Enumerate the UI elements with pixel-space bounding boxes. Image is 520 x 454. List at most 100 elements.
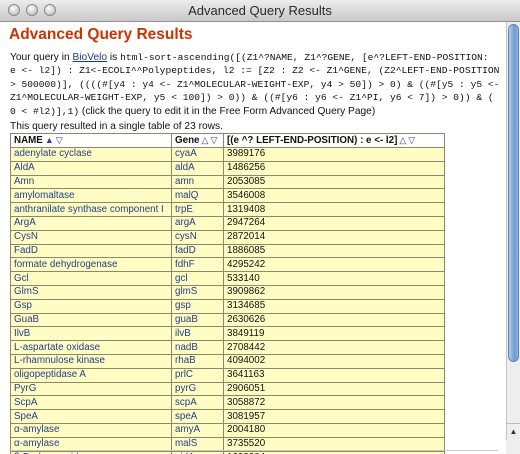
divider <box>10 450 498 451</box>
gene-cell[interactable]: guaB <box>171 312 224 328</box>
table-row: L-aspartate oxidase nadB 2708442 <box>10 340 445 355</box>
vertical-scrollbar[interactable]: ▲ ▼ <box>506 22 520 454</box>
position-cell: 2906051 <box>223 381 445 397</box>
gene-cell[interactable]: fadD <box>171 243 224 259</box>
name-cell[interactable]: FadD <box>10 243 172 259</box>
position-cell: 2004180 <box>223 422 445 438</box>
table-row: anthranilate synthase component ItrpE 131… <box>10 202 445 217</box>
gene-cell[interactable]: argA <box>171 215 224 231</box>
name-cell[interactable]: oligopeptidase A <box>10 367 172 383</box>
name-cell[interactable]: PyrG <box>10 381 172 397</box>
table-row: ScpA scpA 3058872 <box>10 395 445 411</box>
name-cell[interactable]: formate dehydrogenase <box>10 257 172 273</box>
position-cell: 3849119 <box>223 326 445 342</box>
name-cell[interactable]: Gcl <box>10 271 172 286</box>
gene-cell[interactable]: aldA <box>171 160 224 176</box>
column-header-name[interactable]: NAME ▲ ▽ <box>10 133 172 148</box>
gene-cell[interactable]: scpA <box>171 395 224 411</box>
gene-cell[interactable]: trpE <box>171 202 224 217</box>
gene-cell[interactable]: cyaA <box>171 147 224 162</box>
name-cell[interactable]: α-amylase <box>10 436 172 452</box>
browser-window: Advanced Query Results Advanced Query Re… <box>0 0 520 454</box>
name-cell[interactable]: adenylate cyclase <box>10 147 172 162</box>
table-row: Gcl gcl 533140 <box>10 271 445 286</box>
name-cell[interactable]: L-aspartate oxidase <box>10 340 172 355</box>
table-body: adenylate cyclase cyaA 3989176 AldA aldA 1486… <box>10 147 445 454</box>
sort-descending-icon[interactable]: ▽ <box>56 135 63 145</box>
scrollbar-thumb[interactable] <box>508 24 519 362</box>
name-cell[interactable]: ScpA <box>10 395 172 411</box>
gene-cell[interactable]: gcl <box>171 271 224 286</box>
name-cell[interactable]: L-rhamnulose kinase <box>10 353 172 369</box>
column-header-gene[interactable]: Gene △ ▽ <box>171 133 224 148</box>
position-cell: 3546008 <box>223 188 445 204</box>
name-cell[interactable]: Amn <box>10 174 172 190</box>
position-cell: 4295242 <box>223 257 445 273</box>
table-row: Amn amn 2053085 <box>10 174 445 190</box>
table-row: GuaB guaB 2630626 <box>10 312 445 328</box>
gene-cell[interactable]: rhaB <box>171 353 224 369</box>
result-summary: This query resulted in a single table of… <box>10 121 223 132</box>
name-cell[interactable]: GuaB <box>10 312 172 328</box>
table-row: Gsp gsp 3134685 <box>10 298 445 314</box>
name-cell[interactable]: ArgA <box>10 215 172 231</box>
gene-cell[interactable]: speA <box>171 409 224 424</box>
name-cell[interactable]: α-amylase <box>10 422 172 438</box>
biovelo-link[interactable]: BioVelo <box>73 52 108 63</box>
gene-cell[interactable]: gsp <box>171 298 224 314</box>
table-row: formate dehydrogenase fdhF 4295242 <box>10 257 445 273</box>
table-row: GlmS glmS 3909862 <box>10 284 445 300</box>
title-bar[interactable]: Advanced Query Results <box>0 0 520 22</box>
query-is-text: is <box>107 52 121 63</box>
position-cell: 3058872 <box>223 395 445 411</box>
name-cell[interactable]: GlmS <box>10 284 172 300</box>
name-cell[interactable]: amylomaltase <box>10 188 172 204</box>
sort-descending-icon[interactable]: ▽ <box>408 135 415 145</box>
table-row: adenylate cyclase cyaA 3989176 <box>10 147 445 162</box>
gene-cell[interactable]: amn <box>171 174 224 190</box>
table-row: IlvB ilvB 3849119 <box>10 326 445 342</box>
position-cell: 3909862 <box>223 284 445 300</box>
position-cell: 3134685 <box>223 298 445 314</box>
table-row: FadD fadD 1886085 <box>10 243 445 259</box>
table-row: oligopeptidase AprlC 3641163 <box>10 367 445 383</box>
sort-ascending-icon[interactable]: △ <box>202 135 209 145</box>
column-header-position[interactable]: [(e ^? LEFT-END-POSITION) : e <- l2] △ ▽ <box>223 133 445 148</box>
query-edit-hint: (click the query to edit it in the Free … <box>79 105 376 117</box>
position-cell: 2947264 <box>223 215 445 231</box>
position-cell: 2053085 <box>223 174 445 190</box>
table-row: CysN cysN 2872014 <box>10 229 445 245</box>
resize-handle[interactable] <box>506 440 520 454</box>
window-title: Advanced Query Results <box>188 3 332 18</box>
name-cell[interactable]: Gsp <box>10 298 172 314</box>
results-table: NAME ▲ ▽ Gene △ ▽ [(e ^? LEFT-END-POSITION) … <box>10 133 445 454</box>
name-cell[interactable]: SpeA <box>10 409 172 424</box>
table-row: α-amylase malS 3735520 <box>10 436 445 452</box>
sort-descending-icon[interactable]: ▽ <box>210 135 217 145</box>
position-cell: 3989176 <box>223 147 445 162</box>
position-cell: 3081957 <box>223 409 445 424</box>
gene-cell[interactable]: malQ <box>171 188 224 204</box>
name-cell[interactable]: CysN <box>10 229 172 245</box>
gene-cell[interactable]: amyA <box>171 422 224 438</box>
gene-cell[interactable]: cysN <box>171 229 224 245</box>
gene-cell[interactable]: prlC <box>171 367 224 383</box>
sort-ascending-icon[interactable]: △ <box>399 135 406 145</box>
name-cell[interactable]: IlvB <box>10 326 172 342</box>
gene-cell[interactable]: pyrG <box>171 381 224 397</box>
gene-cell[interactable]: glmS <box>171 284 224 300</box>
position-cell: 533140 <box>223 271 445 286</box>
gene-cell[interactable]: nadB <box>171 340 224 355</box>
name-cell[interactable]: AldA <box>10 160 172 176</box>
gene-cell[interactable]: ilvB <box>171 326 224 342</box>
table-row: AldA aldA 1486256 <box>10 160 445 176</box>
table-row: SpeA speA 3081957 <box>10 409 445 424</box>
position-cell: 1886085 <box>223 243 445 259</box>
page-title: Advanced Query Results <box>9 26 193 43</box>
sort-ascending-icon[interactable]: ▲ <box>45 135 54 145</box>
table-row: PyrG pyrG 2906051 <box>10 381 445 397</box>
gene-cell[interactable]: fdhF <box>171 257 224 273</box>
gene-cell[interactable]: malS <box>171 436 224 452</box>
name-cell[interactable]: anthranilate synthase component I <box>10 202 172 217</box>
scroll-up-arrow-icon[interactable]: ▲ <box>507 424 520 439</box>
